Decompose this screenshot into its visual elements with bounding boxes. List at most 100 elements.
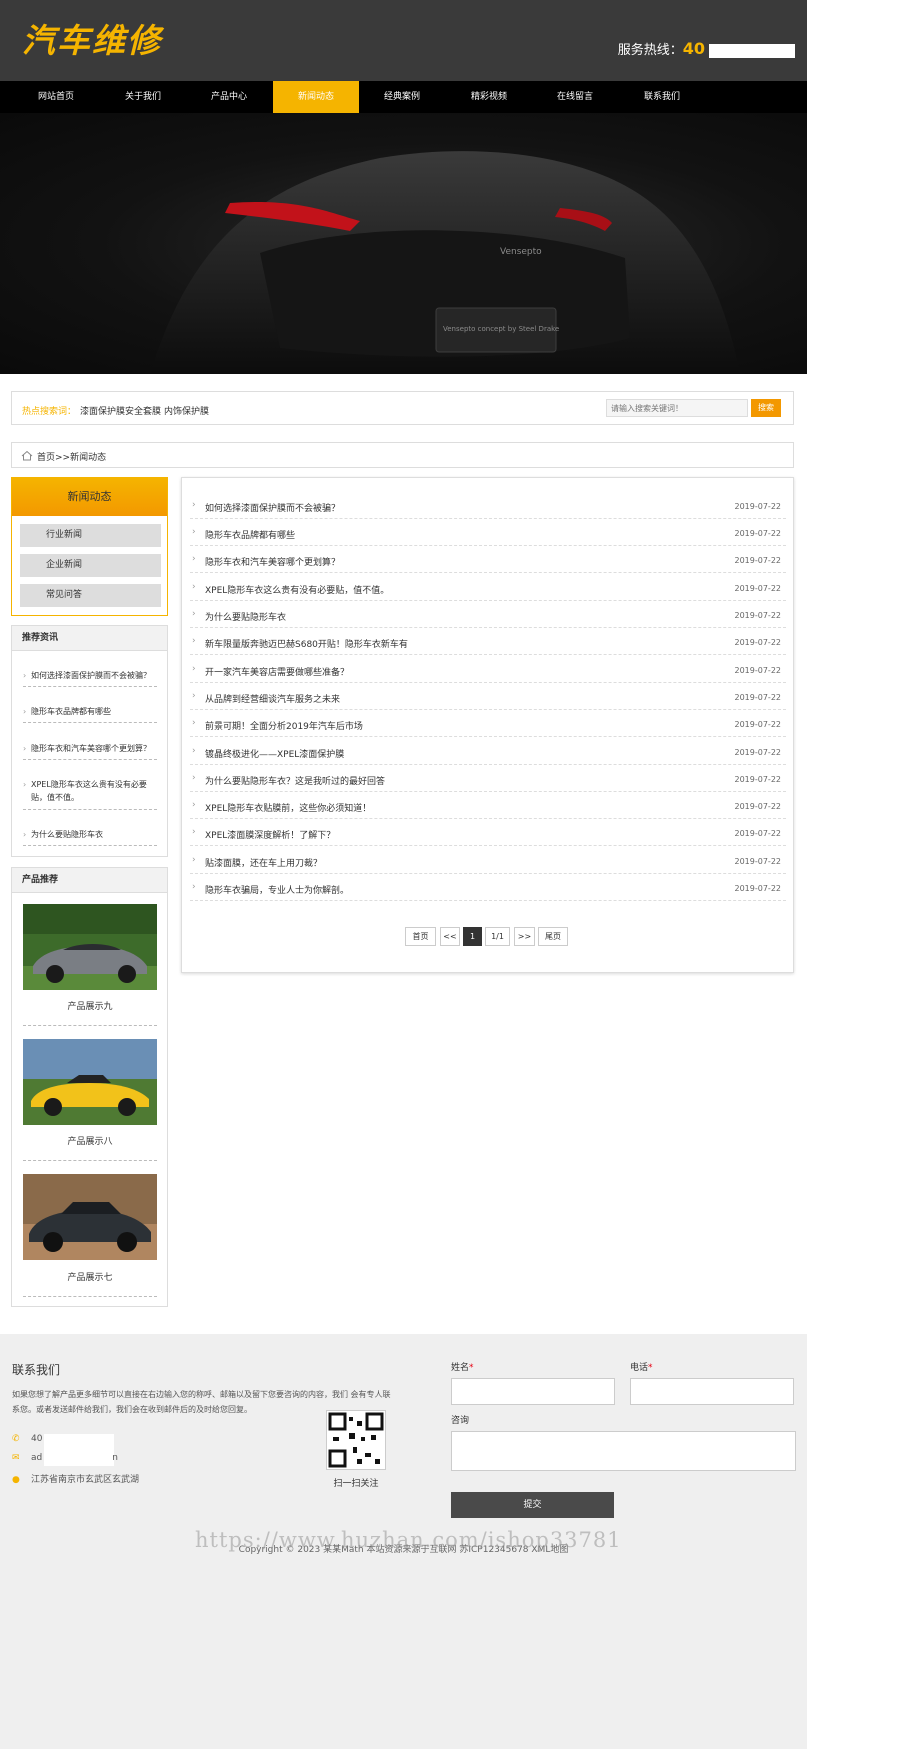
hot-keyword[interactable]: 内饰保护膜 xyxy=(164,404,209,417)
nav-videos[interactable]: 精彩视频 xyxy=(446,81,532,113)
site-logo[interactable]: 汽车维修 xyxy=(22,14,162,62)
news-row[interactable]: › 前景可期！全面分析2019年汽车后市场 2019-07-22 xyxy=(190,710,786,737)
news-title[interactable]: XPEL隐形车衣这么贵有没有必要贴，值不值。 xyxy=(205,583,389,596)
bullet-arrow-icon: › xyxy=(192,664,196,674)
pagination-total: 1/1 xyxy=(485,927,510,946)
pagination-current[interactable]: 1 xyxy=(463,927,482,946)
name-input[interactable] xyxy=(451,1378,615,1405)
phone-input[interactable] xyxy=(630,1378,794,1405)
news-title[interactable]: 隐形车衣和汽车美容哪个更划算？ xyxy=(205,555,340,568)
product-name[interactable]: 产品展示八 xyxy=(23,1134,157,1147)
bullet-arrow-icon: › xyxy=(192,746,196,756)
recommended-item[interactable]: 隐形车衣品牌都有哪些 xyxy=(23,705,157,723)
news-title[interactable]: 前景可期！全面分析2019年汽车后市场 xyxy=(205,719,363,732)
news-row[interactable]: › 隐形车衣和汽车美容哪个更划算？ 2019-07-22 xyxy=(190,546,786,573)
product-image[interactable] xyxy=(23,1174,157,1260)
news-title[interactable]: 隐形车衣骗局，专业人士为你解剖。 xyxy=(205,883,349,896)
news-title[interactable]: 隐形车衣品牌都有哪些 xyxy=(205,528,295,541)
pagination-last[interactable]: 尾页 xyxy=(538,927,568,946)
news-date: 2019-07-22 xyxy=(734,502,782,511)
news-date: 2019-07-22 xyxy=(734,857,782,866)
recommended-item[interactable]: 隐形车衣和汽车美容哪个更划算？ xyxy=(23,742,157,760)
news-date: 2019-07-22 xyxy=(734,720,782,729)
news-date: 2019-07-22 xyxy=(734,748,782,757)
news-row[interactable]: › 开一家汽车美容店需要做哪些准备？ 2019-07-22 xyxy=(190,656,786,683)
recommended-item[interactable]: XPEL隐形车衣这么贵有没有必要贴，值不值。 xyxy=(23,778,157,810)
news-date: 2019-07-22 xyxy=(734,693,782,702)
news-title[interactable]: 新车限量版奔驰迈巴赫S680开贴！隐形车衣新车有 xyxy=(205,637,408,650)
nav-about[interactable]: 关于我们 xyxy=(100,81,186,113)
recommended-news-box: 推荐资讯 如何选择漆面保护膜而不会被骗？ 隐形车衣品牌都有哪些 隐形车衣和汽车美… xyxy=(11,625,168,857)
news-title[interactable]: 开一家汽车美容店需要做哪些准备？ xyxy=(205,665,349,678)
hot-keyword[interactable]: 安全套膜 xyxy=(125,404,161,417)
product-name[interactable]: 产品展示七 xyxy=(23,1270,157,1283)
news-date: 2019-07-22 xyxy=(734,584,782,593)
divider xyxy=(23,1160,157,1161)
category-faq[interactable]: 常见问答 xyxy=(20,584,161,607)
address-text: 江苏省南京市玄武区玄武湖 xyxy=(31,1475,140,1485)
car-rear-image: Vensepto concept by Steel Drake Vensepto xyxy=(150,151,740,374)
news-row[interactable]: › 新车限量版奔驰迈巴赫S680开贴！隐形车衣新车有 2019-07-22 xyxy=(190,628,786,655)
hot-search-label: 热点搜索词： xyxy=(22,407,77,417)
news-row[interactable]: › 隐形车衣品牌都有哪些 2019-07-22 xyxy=(190,519,786,546)
nav-news[interactable]: 新闻动态 xyxy=(273,81,359,113)
product-image[interactable] xyxy=(23,904,157,990)
pagination-first[interactable]: 首页 xyxy=(405,927,436,946)
news-title[interactable]: 镀晶终极进化——XPEL漆面保护膜 xyxy=(205,747,344,760)
recommended-item[interactable]: 如何选择漆面保护膜而不会被骗？ xyxy=(23,669,157,687)
recommended-title: 推荐资讯 xyxy=(12,626,167,651)
news-title[interactable]: XPEL漆面膜深度解析！了解下？ xyxy=(205,828,335,841)
search-input[interactable] xyxy=(606,399,748,417)
news-title[interactable]: 贴漆面膜，还在车上用刀裁？ xyxy=(205,856,322,869)
hot-keyword[interactable]: 漆面保护膜 xyxy=(80,404,125,417)
nav-home[interactable]: 网站首页 xyxy=(13,81,99,113)
nav-cases[interactable]: 经典案例 xyxy=(359,81,445,113)
news-row[interactable]: › 镀晶终极进化——XPEL漆面保护膜 2019-07-22 xyxy=(190,738,786,765)
main-nav: 网站首页 关于我们 产品中心 新闻动态 经典案例 精彩视频 在线留言 联系我们 xyxy=(0,81,807,113)
hot-search-bar: 热点搜索词： 漆面保护膜 安全套膜 内饰保护膜 搜索 xyxy=(11,391,794,425)
name-label: 姓名* xyxy=(451,1363,474,1373)
product-name[interactable]: 产品展示九 xyxy=(23,999,157,1012)
news-date: 2019-07-22 xyxy=(734,666,782,675)
news-row[interactable]: › 隐形车衣骗局，专业人士为你解剖。 2019-07-22 xyxy=(190,874,786,901)
nav-contact[interactable]: 联系我们 xyxy=(619,81,705,113)
news-date: 2019-07-22 xyxy=(734,529,782,538)
news-row[interactable]: › XPEL漆面膜深度解析！了解下？ 2019-07-22 xyxy=(190,819,786,846)
news-title[interactable]: 为什么要贴隐形车衣 xyxy=(205,610,286,623)
pagination-next[interactable]: >> xyxy=(514,927,535,946)
news-title[interactable]: XPEL隐形车衣贴膜前，这些你必须知道！ xyxy=(205,801,371,814)
news-title[interactable]: 从品牌到经营细谈汽车服务之未来 xyxy=(205,692,340,705)
news-date: 2019-07-22 xyxy=(734,638,782,647)
recommended-item[interactable]: 为什么要贴隐形车衣 xyxy=(23,828,157,846)
news-row[interactable]: › 为什么要贴隐形车衣 2019-07-22 xyxy=(190,601,786,628)
home-icon xyxy=(21,450,33,461)
news-row[interactable]: › XPEL隐形车衣贴膜前，这些你必须知道！ 2019-07-22 xyxy=(190,792,786,819)
category-industry-news[interactable]: 行业新闻 xyxy=(20,524,161,547)
breadcrumb-text[interactable]: 首页>>新闻动态 xyxy=(37,450,106,463)
location-pin-icon: ● xyxy=(12,1475,20,1485)
phone-text: 40 xyxy=(31,1434,43,1444)
news-title[interactable]: 为什么要贴隐形车衣？这是我听过的最好回答 xyxy=(205,774,385,787)
divider xyxy=(23,1296,157,1297)
nav-products[interactable]: 产品中心 xyxy=(186,81,272,113)
bullet-arrow-icon: › xyxy=(192,882,196,892)
bullet-arrow-icon: › xyxy=(192,800,196,810)
news-row[interactable]: › XPEL隐形车衣这么贵有没有必要贴，值不值。 2019-07-22 xyxy=(190,574,786,601)
news-title[interactable]: 如何选择漆面保护膜而不会被骗？ xyxy=(205,501,340,514)
news-row[interactable]: › 从品牌到经营细谈汽车服务之未来 2019-07-22 xyxy=(190,683,786,710)
news-row[interactable]: › 为什么要贴隐形车衣？这是我听过的最好回答 2019-07-22 xyxy=(190,765,786,792)
category-company-news[interactable]: 企业新闻 xyxy=(20,554,161,577)
nav-message[interactable]: 在线留言 xyxy=(532,81,618,113)
product-image[interactable] xyxy=(23,1039,157,1125)
search-button[interactable]: 搜索 xyxy=(751,399,781,417)
news-list: › 如何选择漆面保护膜而不会被骗？ 2019-07-22 › 隐形车衣品牌都有哪些 20… xyxy=(181,477,794,973)
news-date: 2019-07-22 xyxy=(734,775,782,784)
news-row[interactable]: › 如何选择漆面保护膜而不会被骗？ 2019-07-22 xyxy=(190,492,786,519)
bullet-arrow-icon: › xyxy=(192,827,196,837)
consult-textarea[interactable] xyxy=(451,1431,796,1471)
submit-button[interactable]: 提交 xyxy=(451,1492,614,1518)
hero-banner: Vensepto concept by Steel Drake Vensepto xyxy=(0,113,807,374)
news-row[interactable]: › 贴漆面膜，还在车上用刀裁？ 2019-07-22 xyxy=(190,847,786,874)
contact-title: 联系我们 xyxy=(12,1363,61,1377)
pagination-prev[interactable]: << xyxy=(440,927,460,946)
